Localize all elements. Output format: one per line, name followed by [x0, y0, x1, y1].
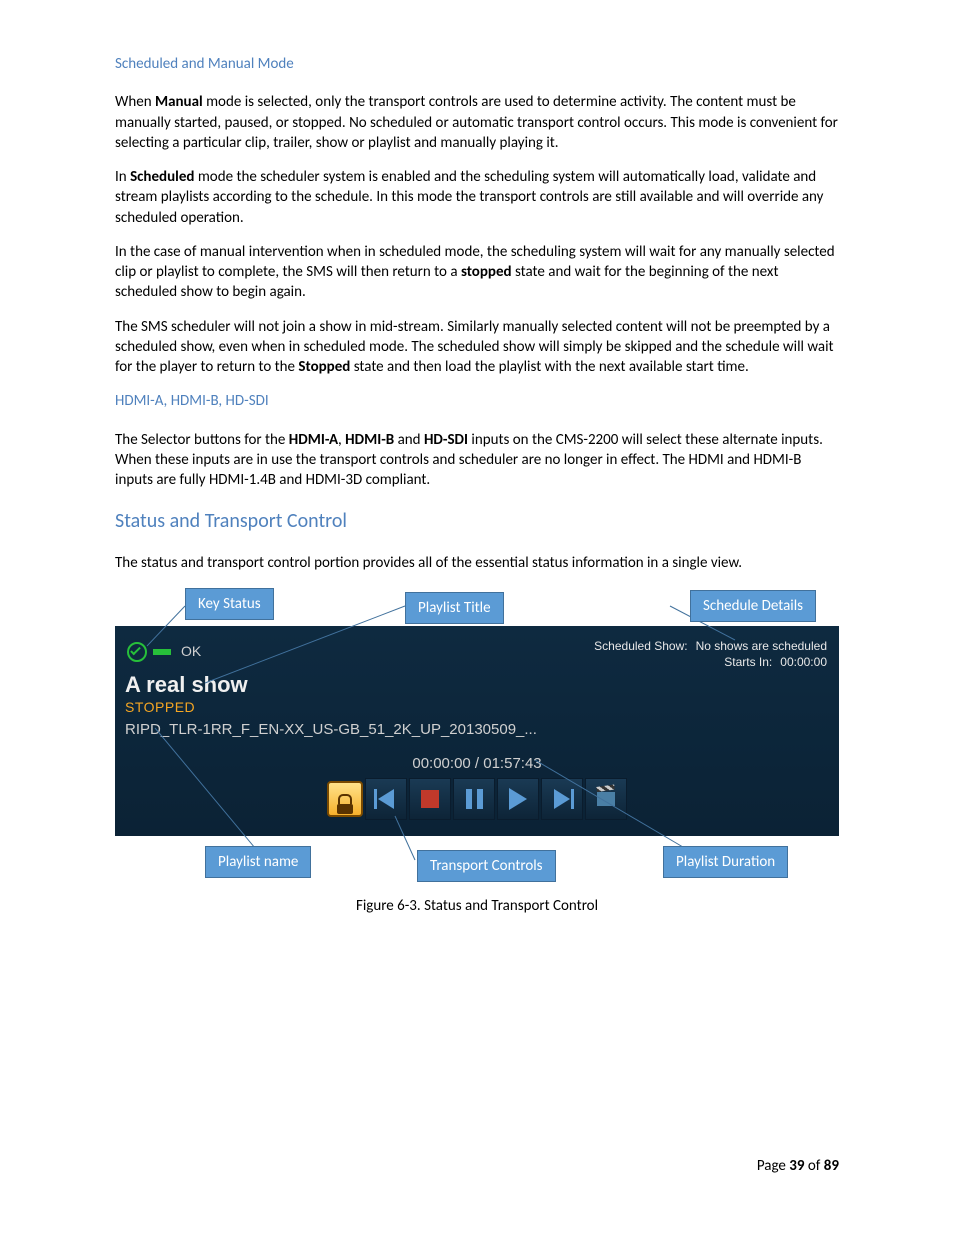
- callout-schedule-details: Schedule Details: [690, 590, 816, 622]
- page-footer: Page 39 of 89: [115, 1156, 839, 1176]
- ok-bar-icon: [153, 649, 171, 655]
- heading-hdmi: HDMI-A, HDMI-B, HD-SDI: [115, 391, 839, 411]
- time-display: 00:00:00 / 01:57:43: [115, 754, 839, 774]
- play-button[interactable]: [497, 778, 539, 820]
- stop-button[interactable]: [409, 778, 451, 820]
- transport-bar: [115, 778, 839, 820]
- clapper-button[interactable]: [585, 778, 627, 820]
- lock-button[interactable]: [327, 781, 363, 817]
- playlist-title-text: A real show: [125, 670, 248, 700]
- callout-transport-controls: Transport Controls: [417, 850, 556, 882]
- playback-state: STOPPED: [125, 698, 195, 717]
- ok-text: OK: [181, 642, 201, 661]
- paragraph-manual-intervention: In the case of manual intervention when …: [115, 242, 839, 303]
- play-icon: [509, 788, 527, 810]
- pause-icon: [466, 789, 483, 809]
- paragraph-manual-mode: When Manual mode is selected, only the t…: [115, 92, 839, 153]
- skip-forward-button[interactable]: [541, 778, 583, 820]
- scheduled-show-value: No shows are scheduled: [696, 638, 827, 654]
- key-status-row: OK: [127, 642, 201, 662]
- skip-back-icon: [378, 789, 394, 809]
- skip-back-button[interactable]: [365, 778, 407, 820]
- schedule-details-box: Scheduled Show: No shows are scheduled St…: [594, 638, 827, 670]
- starts-in-value: 00:00:00: [780, 654, 827, 670]
- callout-playlist-duration: Playlist Duration: [663, 846, 788, 878]
- skip-forward-icon: [554, 789, 570, 809]
- callout-playlist-name: Playlist name: [205, 846, 311, 878]
- figure-status-transport: Key Status Playlist Title Schedule Detai…: [115, 588, 839, 888]
- figure-caption: Figure 6-3. Status and Transport Control: [115, 896, 839, 916]
- paragraph-sms-scheduler: The SMS scheduler will not join a show i…: [115, 317, 839, 378]
- scheduled-show-label: Scheduled Show:: [594, 638, 687, 654]
- clapper-icon: [597, 792, 615, 806]
- transport-panel: OK Scheduled Show: No shows are scheduled…: [115, 626, 839, 836]
- starts-in-label: Starts In:: [724, 654, 772, 670]
- stop-icon: [421, 790, 439, 808]
- heading-status-transport: Status and Transport Control: [115, 508, 839, 535]
- lock-icon: [338, 794, 352, 804]
- playlist-name-text: RIPD_TLR-1RR_F_EN-XX_US-GB_51_2K_UP_2013…: [125, 720, 537, 740]
- callout-key-status: Key Status: [185, 588, 274, 620]
- paragraph-hdmi: The Selector buttons for the HDMI-A, HDM…: [115, 430, 839, 491]
- ok-check-icon: [127, 642, 147, 662]
- callout-playlist-title: Playlist Title: [405, 592, 504, 624]
- paragraph-status-intro: The status and transport control portion…: [115, 553, 839, 573]
- heading-scheduled-manual: Scheduled and Manual Mode: [115, 54, 839, 74]
- pause-button[interactable]: [453, 778, 495, 820]
- paragraph-scheduled-mode: In Scheduled mode the scheduler system i…: [115, 167, 839, 228]
